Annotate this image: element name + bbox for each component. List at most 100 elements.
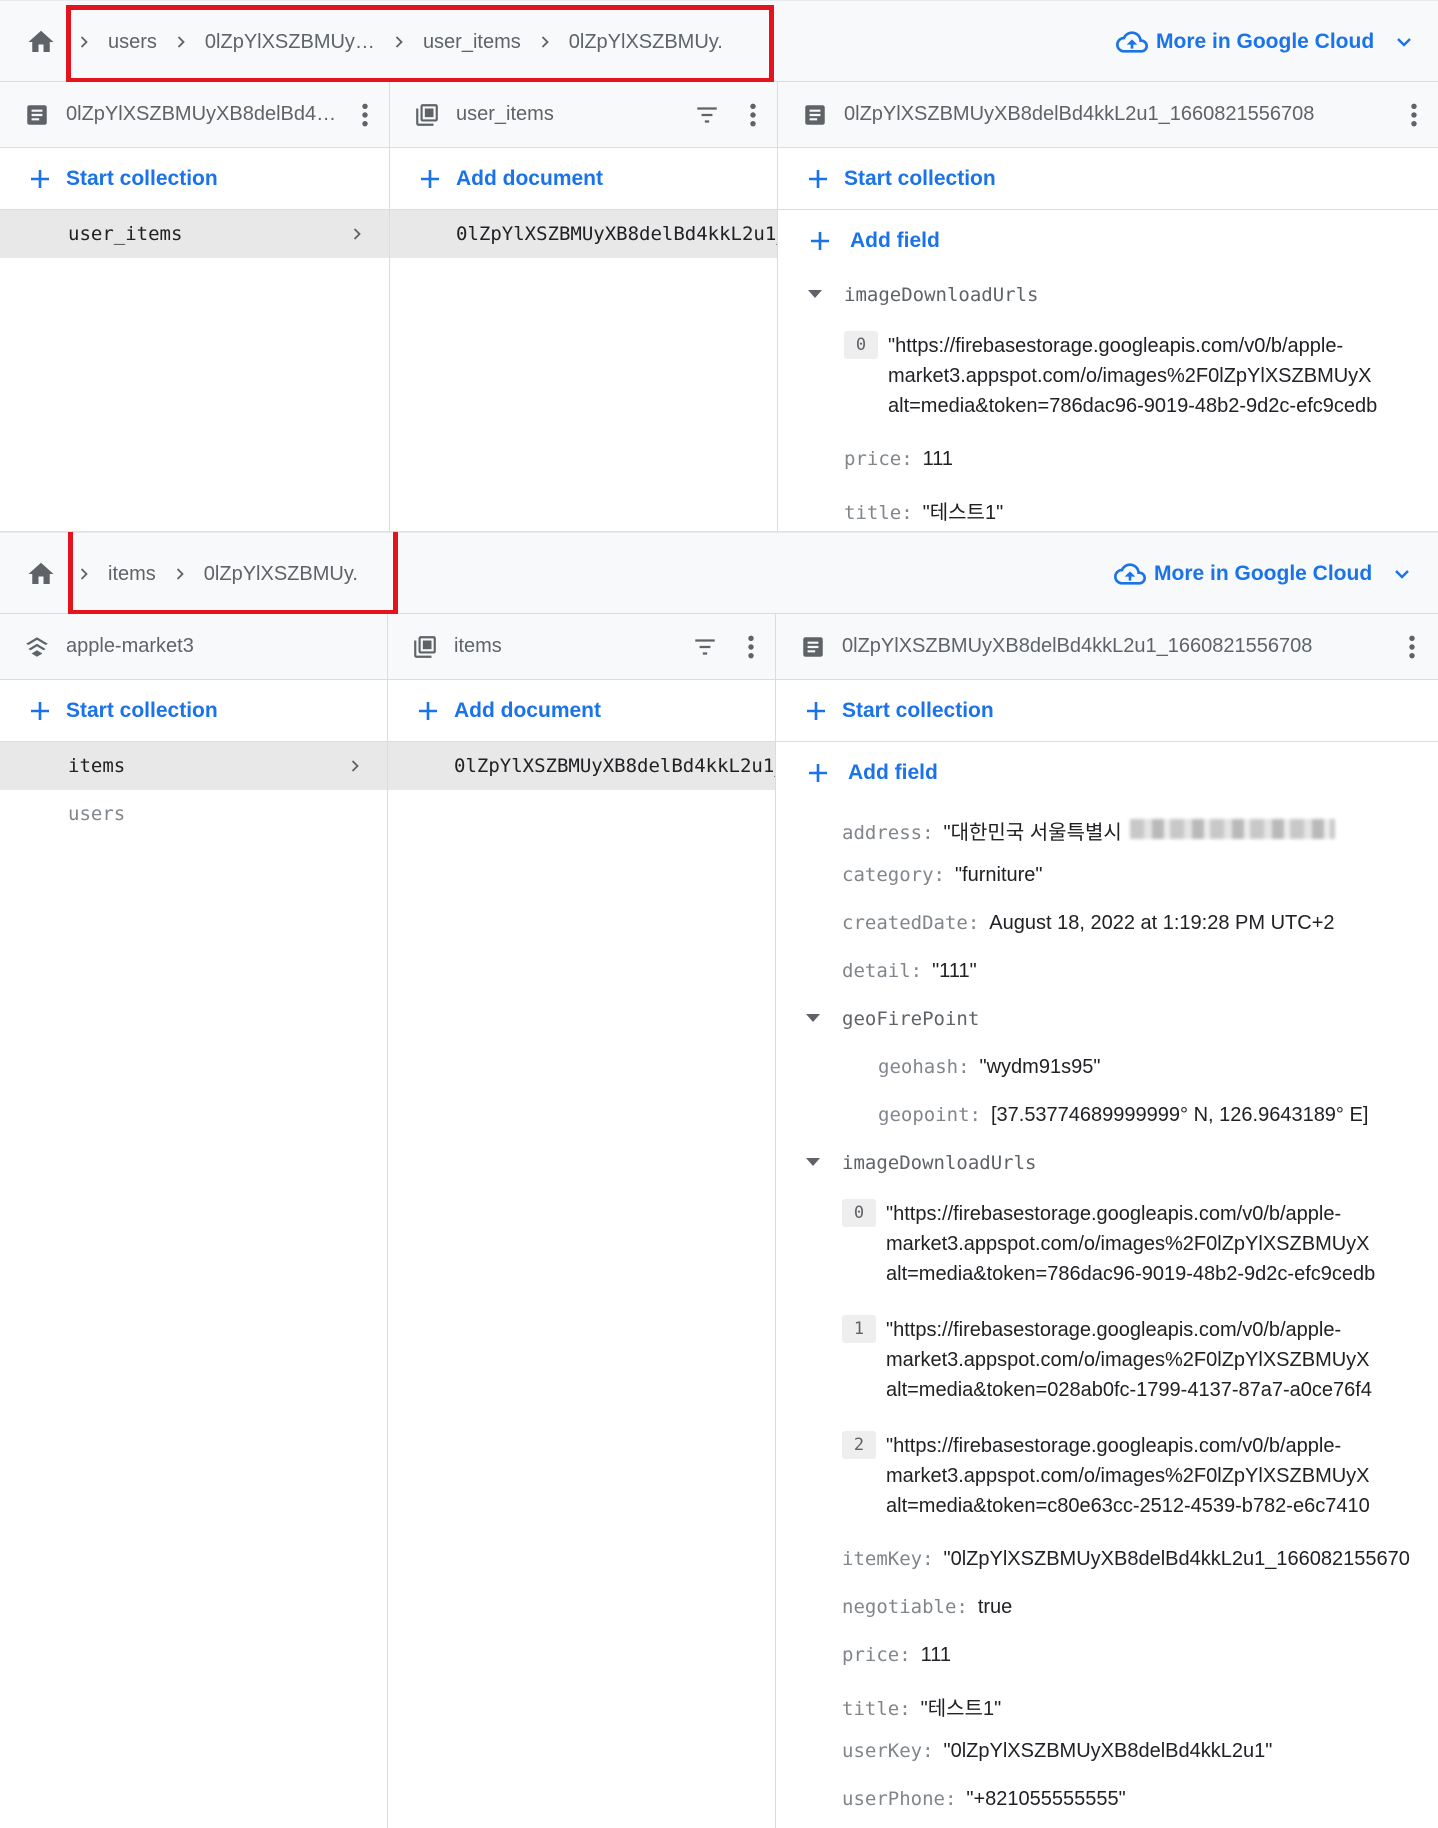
field-key: imageDownloadUrls	[842, 1152, 1037, 1174]
field-key: createdDate:	[842, 912, 980, 934]
add-field-button[interactable]: Add field	[806, 742, 1438, 804]
field-row[interactable]: price: 111	[808, 436, 1438, 484]
field-row[interactable]: address: "대한민국 서울특별시	[806, 804, 1438, 852]
field-key: price:	[842, 1644, 911, 1666]
field-row[interactable]: geopoint: [37.53774689999999° N, 126.964…	[806, 1092, 1438, 1140]
more-vert-icon[interactable]	[749, 102, 757, 128]
start-collection-button[interactable]: Start collection	[776, 680, 1438, 742]
start-collection-button[interactable]: Start collection	[0, 680, 387, 742]
column-header: 0lZpYlXSZBMUyXB8delBd4kkL2u1_16608215567…	[778, 82, 1438, 148]
field-value: "+821055555555"	[966, 1788, 1126, 1810]
start-collection-button[interactable]: Start collection	[0, 148, 389, 210]
field-row[interactable]: negotiable: true	[806, 1584, 1438, 1632]
field-value: 111	[922, 448, 954, 470]
more-vert-icon[interactable]	[361, 102, 369, 128]
triangle-down-icon[interactable]	[806, 1158, 820, 1166]
field-value: "111"	[932, 960, 977, 982]
plus-icon	[808, 229, 832, 253]
column-collection: items Add document 0lZpYlXSZBMUyXB8delBd…	[388, 614, 776, 1828]
field-value: "https://firebasestorage.googleapis.com/…	[886, 1203, 1376, 1285]
action-label: Start collection	[66, 166, 218, 190]
add-document-button[interactable]: Add document	[390, 148, 777, 210]
field-key: address:	[842, 822, 934, 844]
field-row[interactable]: title: "테스트1"	[808, 484, 1438, 531]
list-item[interactable]: 0lZpYlXSZBMUyXB8delBd4kkL2u1_16608215567…	[390, 210, 777, 258]
array-item[interactable]: 0 "https://firebasestorage.googleapis.co…	[808, 320, 1438, 436]
field-key: title:	[844, 502, 913, 524]
field-key: geoFirePoint	[842, 1008, 980, 1030]
field-value: "0lZpYlXSZBMUyXB8delBd4kkL2u1_1660821556…	[943, 1548, 1410, 1570]
field-value: "furniture"	[954, 864, 1043, 886]
database-icon	[24, 634, 50, 660]
document-icon	[802, 102, 828, 128]
field-row[interactable]: price: 111	[806, 1632, 1438, 1680]
field-value: "https://firebasestorage.googleapis.com/…	[888, 335, 1378, 417]
field-row[interactable]: itemKey: "0lZpYlXSZBMUyXB8delBd4kkL2u1_1…	[806, 1536, 1438, 1584]
field-key: negotiable:	[842, 1596, 968, 1618]
redacted-text	[1129, 819, 1335, 839]
filter-icon[interactable]	[693, 102, 721, 128]
list-item[interactable]: 0lZpYlXSZBMUyXB8delBd4kkL2u1_16608215567…	[388, 742, 775, 790]
list-item-label: items	[68, 755, 126, 777]
field-row[interactable]: geohash: "wydm91s95"	[806, 1044, 1438, 1092]
column-document: 0lZpYlXSZBMUyXB8delBd4… Start collection…	[0, 82, 390, 531]
triangle-down-icon[interactable]	[806, 1014, 820, 1022]
breadcrumb-bar: items 0lZpYlXSZBMUy. More in Google Clou…	[0, 532, 1438, 615]
field-key: userKey:	[842, 1740, 934, 1762]
triangle-down-icon[interactable]	[808, 290, 822, 298]
array-item[interactable]: 0 "https://firebasestorage.googleapis.co…	[806, 1188, 1438, 1304]
more-vert-icon[interactable]	[1410, 102, 1418, 128]
list-item-label: 0lZpYlXSZBMUyXB8delBd4kkL2u1_16608215567…	[454, 755, 775, 777]
array-item[interactable]: 2 "https://firebasestorage.googleapis.co…	[806, 1420, 1438, 1536]
column-header: 0lZpYlXSZBMUyXB8delBd4kkL2u1_16608215567…	[776, 614, 1438, 680]
field-row[interactable]: geoFirePoint	[800, 996, 1438, 1044]
more-vert-icon[interactable]	[1408, 634, 1416, 660]
field-row[interactable]: imageDownloadUrls	[800, 1140, 1438, 1188]
list-item-label: 0lZpYlXSZBMUyXB8delBd4kkL2u1_16608215567…	[456, 223, 777, 245]
plus-icon	[28, 699, 52, 723]
field-row[interactable]: userKey: "0lZpYlXSZBMUyXB8delBd4kkL2u1"	[806, 1728, 1438, 1776]
field-value: "0lZpYlXSZBMUyXB8delBd4kkL2u1"	[943, 1740, 1273, 1762]
field-value: "테스트1"	[922, 502, 1004, 524]
add-field-button[interactable]: Add field	[808, 210, 1438, 272]
collection-icon	[412, 634, 438, 660]
collection-icon	[414, 102, 440, 128]
highlight-box	[66, 5, 774, 83]
field-key: imageDownloadUrls	[844, 284, 1039, 306]
cloud-label: More in Google Cloud	[1156, 30, 1375, 53]
column-title: 0lZpYlXSZBMUyXB8delBd4…	[66, 103, 337, 125]
document-icon	[24, 102, 50, 128]
start-collection-button[interactable]: Start collection	[778, 148, 1438, 210]
list-item[interactable]: items	[0, 742, 387, 790]
more-vert-icon[interactable]	[747, 634, 755, 660]
chevron-down-icon	[1390, 562, 1414, 586]
array-item[interactable]: 1 "https://firebasestorage.googleapis.co…	[806, 1304, 1438, 1420]
field-row[interactable]: title: "테스트1"	[806, 1680, 1438, 1728]
list-item[interactable]: user_items	[0, 210, 389, 258]
list-item[interactable]: users	[0, 790, 387, 838]
column-header: apple-market3	[0, 614, 387, 680]
column-title: 0lZpYlXSZBMUyXB8delBd4kkL2u1_16608215567…	[844, 103, 1315, 125]
home-icon[interactable]	[26, 27, 56, 57]
add-document-button[interactable]: Add document	[388, 680, 775, 742]
field-row[interactable]: category: "furniture"	[806, 852, 1438, 900]
field-row[interactable]: detail: "111"	[806, 948, 1438, 996]
chevron-right-icon	[345, 756, 365, 776]
chevron-right-icon	[347, 224, 367, 244]
home-icon[interactable]	[26, 559, 56, 589]
field-row[interactable]: createdDate: August 18, 2022 at 1:19:28 …	[806, 900, 1438, 948]
more-in-google-cloud-button[interactable]: More in Google Cloud	[1116, 1, 1424, 83]
field-key: geohash:	[878, 1056, 970, 1078]
field-row[interactable]: imageDownloadUrls	[802, 272, 1438, 320]
column-title: items	[454, 635, 502, 657]
field-row[interactable]: userPhone: "+821055555555"	[806, 1776, 1438, 1824]
add-field-label: Add field	[848, 761, 938, 784]
plus-icon	[418, 167, 442, 191]
firestore-panel-items: items 0lZpYlXSZBMUy. More in Google Clou…	[0, 532, 1438, 1828]
plus-icon	[416, 699, 440, 723]
more-in-google-cloud-button[interactable]: More in Google Cloud	[1114, 533, 1422, 615]
filter-icon[interactable]	[691, 634, 719, 660]
column-title: user_items	[456, 103, 554, 125]
cloud-label: More in Google Cloud	[1154, 562, 1373, 585]
array-index: 0	[842, 1199, 876, 1227]
